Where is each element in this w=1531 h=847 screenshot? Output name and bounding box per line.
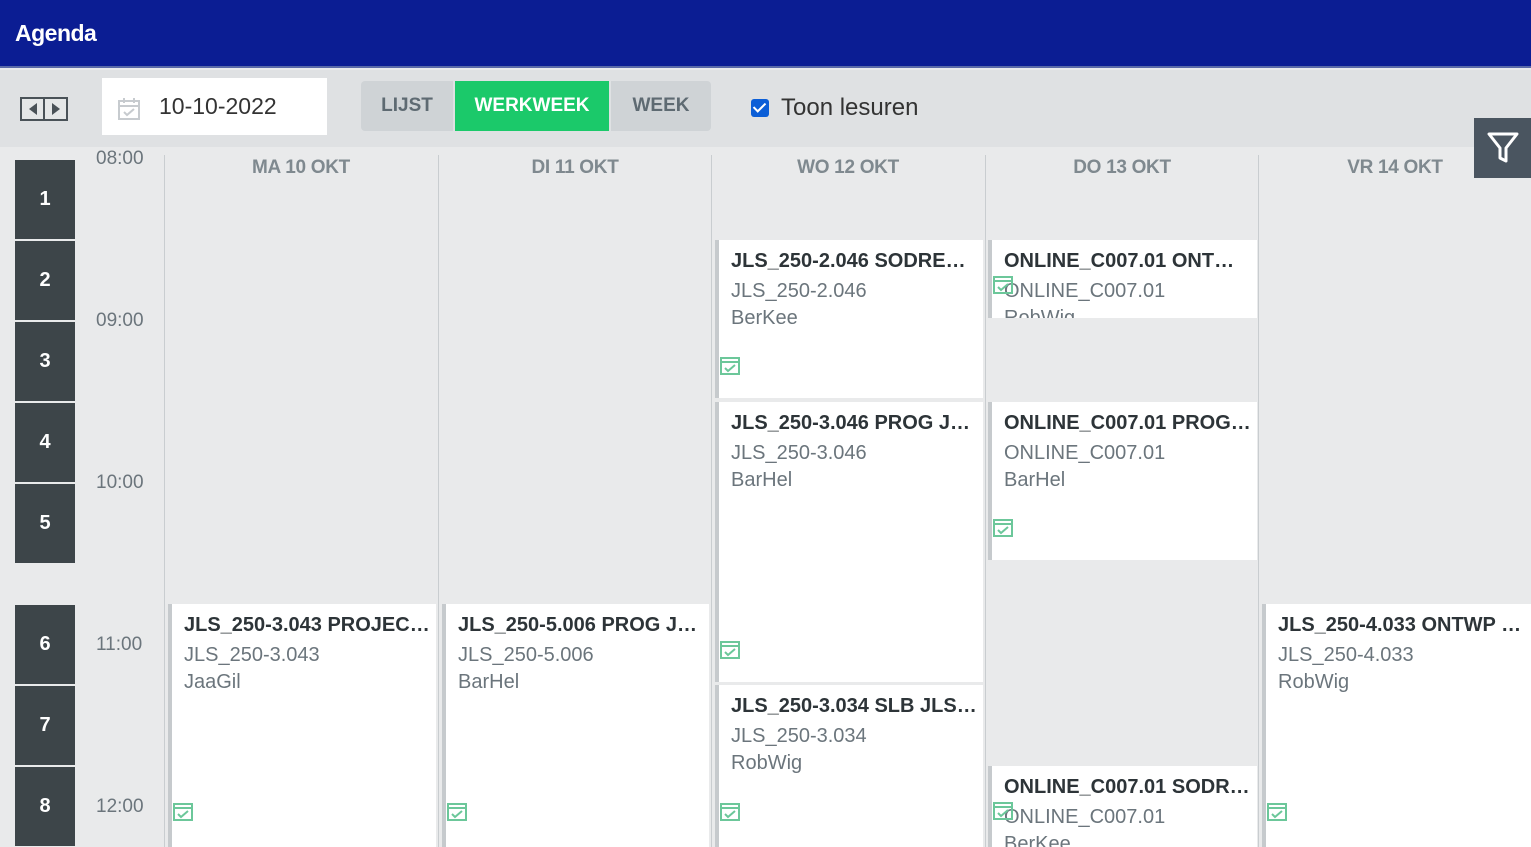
event-title: JLS_250-2.046 SODREK JLSVSJ [731,250,977,272]
lesson-hour: 3 [15,322,75,401]
event-title: JLS_250-3.034 SLB JLSVSJ [731,695,977,717]
lesson-hour: 6 [15,605,75,684]
show-lessons-label: Toon lesuren [781,94,919,121]
day-header-di: DI 11 OKT [531,157,619,178]
event-title: JLS_250-3.043 PROJEC JLSVSJ [184,614,430,636]
day-header-wo: WO 12 OKT [797,157,899,178]
event-code: ONLINE_C007.01 [1004,806,1166,828]
view-week-button[interactable]: WEEK [611,81,711,131]
column-divider [985,155,986,847]
event-person: JaaGil [184,671,241,693]
event-person: RobWig [1004,307,1076,318]
event-card[interactable]: ONLINE_C007.01 SODREK JLSVSJ ONLINE_C007… [988,766,1257,847]
event-person: RobWig [1278,671,1350,693]
time-label: 10:00 [96,472,144,493]
lesson-hour: 4 [15,403,75,482]
event-person: BarHel [1004,469,1066,491]
event-person: BarHel [458,671,520,693]
date-value[interactable]: 10-10-2022 [159,93,277,120]
event-card[interactable]: JLS_250-3.046 PROG JLSVSJ JLS_250-3.046 … [715,402,983,682]
time-label: 12:00 [96,796,144,817]
event-title: ONLINE_C007.01 SODREK JLSVSJ [1004,776,1251,798]
event-person: BarHel [731,469,793,491]
view-werkweek-button[interactable]: WERKWEEK [455,81,609,131]
event-code: ONLINE_C007.01 [1004,280,1166,302]
event-card[interactable]: JLS_250-3.043 PROJEC JLSVSJ JLS_250-3.04… [168,604,436,847]
event-code: JLS_250-2.046 [731,280,867,302]
date-navigation [20,97,68,121]
time-label: 09:00 [96,310,144,331]
next-arrow-icon[interactable] [44,97,68,121]
time-label: 11:00 [96,634,143,655]
lesson-hour: 8 [15,767,75,846]
lesson-hour: 1 [15,160,75,239]
day-header-do: DO 13 OKT [1073,157,1171,178]
event-code: JLS_250-4.033 [1278,644,1414,666]
event-card[interactable]: JLS_250-4.033 ONTWP JLSVSJ JLS_250-4.033… [1262,604,1531,847]
column-divider [1258,155,1259,847]
lesson-hour: 5 [15,484,75,563]
event-card[interactable]: ONLINE_C007.01 PROG JLSVSJ ONLINE_C007.0… [988,402,1257,560]
event-card[interactable]: JLS_250-3.034 SLB JLSVSJ JLS_250-3.034 R… [715,685,983,847]
date-picker[interactable]: 10-10-2022 [102,78,327,135]
event-code: JLS_250-3.043 [184,644,320,666]
event-code: JLS_250-3.034 [731,725,867,747]
calendar-check-icon [1267,803,1287,821]
time-label: 08:00 [96,148,144,169]
event-code: JLS_250-3.046 [731,442,867,464]
calendar-icon [118,98,140,120]
event-person: BerKee [1004,833,1071,847]
event-title: JLS_250-3.046 PROG JLSVSJ [731,412,977,434]
app-title: Agenda [15,20,97,46]
lesson-hour: 7 [15,686,75,765]
day-header-ma: MA 10 OKT [252,157,350,178]
calendar-check-icon [447,803,467,821]
event-title: JLS_250-4.033 ONTWP JLSVSJ [1278,614,1525,636]
show-lessons-toggle[interactable]: Toon lesuren [751,94,918,122]
event-person: BerKee [731,307,798,329]
column-divider [164,155,165,847]
app-header: Agenda [0,0,1531,68]
calendar-check-icon [720,357,740,375]
calendar-check-icon [993,519,1013,537]
view-lijst-button[interactable]: LIJST [361,81,453,131]
calendar-check-icon [173,803,193,821]
event-code: ONLINE_C007.01 [1004,442,1166,464]
event-title: ONLINE_C007.01 PROG JLSVSJ [1004,412,1251,434]
day-header-vr: VR 14 OKT [1347,157,1443,178]
event-person: RobWig [731,752,803,774]
previous-arrow-icon[interactable] [20,97,44,121]
event-card[interactable]: JLS_250-2.046 SODREK JLSVSJ JLS_250-2.04… [715,240,983,398]
event-code: JLS_250-5.006 [458,644,594,666]
calendar-check-icon [993,802,1013,820]
event-title: ONLINE_C007.01 ONTWP JLSVSJ [1004,250,1251,272]
event-title: JLS_250-5.006 PROG JLSVSJ [458,614,703,636]
lesson-hour: 2 [15,241,75,320]
show-lessons-checkbox[interactable] [751,99,769,117]
calendar-check-icon [993,276,1013,294]
event-card[interactable]: JLS_250-5.006 PROG JLSVSJ JLS_250-5.006 … [442,604,709,847]
calendar-check-icon [720,803,740,821]
column-divider [711,155,712,847]
event-card[interactable]: ONLINE_C007.01 ONTWP JLSVSJ ONLINE_C007.… [988,240,1257,318]
column-divider [438,155,439,847]
calendar-check-icon [720,641,740,659]
